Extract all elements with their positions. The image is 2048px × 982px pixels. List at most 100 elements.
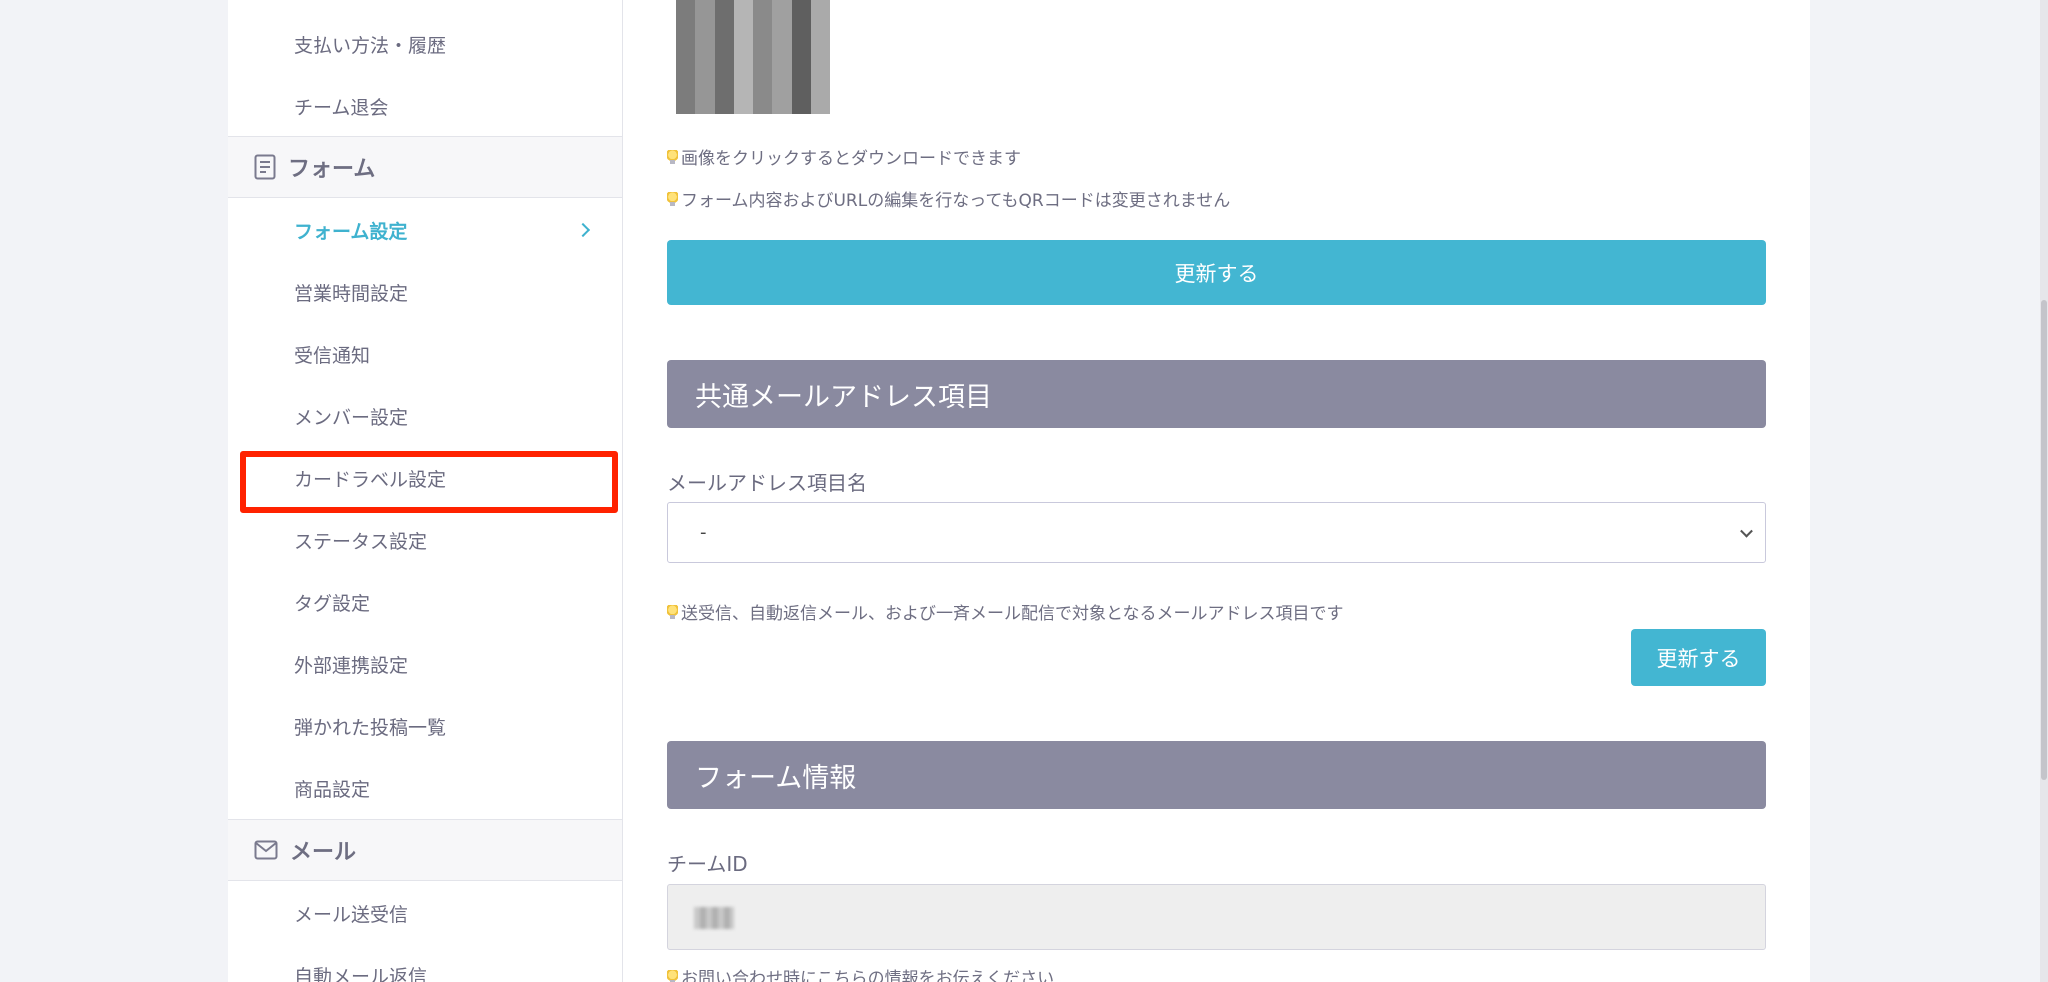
select-value: - <box>700 522 707 543</box>
note-text: お問い合わせ時にこちらの情報をお伝えください <box>681 969 1055 982</box>
lightbulb-icon <box>667 149 678 164</box>
sidebar-item-team-withdrawal[interactable]: チーム退会 <box>228 75 622 137</box>
qr-cell <box>791 38 811 57</box>
qr-cell <box>791 95 811 114</box>
qr-cell <box>753 38 773 57</box>
sidebar-item-auto-reply[interactable]: 自動メール返信 <box>228 944 622 982</box>
qr-cell <box>791 19 811 38</box>
sidebar-item-label: 支払い方法・履歴 <box>294 34 447 57</box>
envelope-icon <box>254 840 278 860</box>
lightbulb-icon <box>667 191 678 206</box>
lightbulb-icon <box>667 604 678 619</box>
sidebar-item-form-settings[interactable]: フォーム設定 <box>228 199 622 261</box>
qr-cell <box>695 57 715 76</box>
sidebar-item-label: 営業時間設定 <box>294 282 409 305</box>
sidebar-item-label: 受信通知 <box>294 344 371 367</box>
mail-address-select[interactable]: - <box>667 502 1766 563</box>
sidebar-item-label: 商品設定 <box>294 778 371 801</box>
sidebar-item-status[interactable]: ステータス設定 <box>228 509 622 571</box>
sidebar-section-title: フォーム <box>288 157 376 182</box>
qr-cell <box>676 95 696 114</box>
sidebar-section-mail: メール <box>228 819 622 881</box>
qr-cell <box>676 57 696 76</box>
qr-cell <box>791 57 811 76</box>
qr-cell <box>810 38 830 57</box>
sidebar-item-members[interactable]: メンバー設定 <box>228 385 622 447</box>
sidebar-item-label: メンバー設定 <box>294 406 409 429</box>
sidebar-item-mail-send-receive[interactable]: メール送受信 <box>228 882 622 944</box>
note-text: フォーム内容およびURLの編集を行なってもQRコードは変更されません <box>681 191 1231 211</box>
qr-cell <box>772 19 792 38</box>
qr-download-note: 画像をクリックするとダウンロードできます <box>667 144 1021 169</box>
qr-cell <box>695 95 715 114</box>
qr-cell <box>676 0 696 19</box>
update-button[interactable]: 更新する <box>667 240 1766 305</box>
qr-cell <box>695 76 715 95</box>
mail-address-update-button[interactable]: 更新する <box>1631 629 1766 686</box>
qr-cell <box>733 38 753 57</box>
sidebar-item-tags[interactable]: タグ設定 <box>228 571 622 633</box>
redacted-value <box>694 907 734 929</box>
qr-cell <box>733 76 753 95</box>
sidebar-item-rejected-posts[interactable]: 弾かれた投稿一覧 <box>228 695 622 757</box>
qr-code-image[interactable] <box>676 0 830 114</box>
mail-address-field-label: メールアドレス項目名 <box>667 471 867 495</box>
sidebar-item-label: 外部連携設定 <box>294 654 409 677</box>
qr-cell <box>714 57 734 76</box>
sidebar-section-form: フォーム <box>228 136 622 198</box>
team-id-field <box>667 884 1766 950</box>
scrollbar-thumb[interactable] <box>2041 300 2047 780</box>
qr-cell <box>714 0 734 19</box>
sidebar-item-card-labels[interactable]: カードラベル設定 <box>228 447 622 509</box>
qr-cell <box>695 38 715 57</box>
qr-cell <box>676 76 696 95</box>
contact-info-note: お問い合わせ時にこちらの情報をお伝えください <box>667 964 1054 982</box>
document-icon <box>254 154 276 180</box>
note-text: 画像をクリックするとダウンロードできます <box>681 149 1021 169</box>
sidebar-item-products[interactable]: 商品設定 <box>228 757 622 819</box>
qr-cell <box>772 95 792 114</box>
sidebar-item-integrations[interactable]: 外部連携設定 <box>228 633 622 695</box>
qr-cell <box>676 19 696 38</box>
qr-cell <box>772 38 792 57</box>
qr-unchanged-note: フォーム内容およびURLの編集を行なってもQRコードは変更されません <box>667 186 1230 211</box>
sidebar-item-payment-history[interactable]: 支払い方法・履歴 <box>228 13 622 75</box>
sidebar-item-label: カードラベル設定 <box>294 468 447 491</box>
qr-cell <box>676 38 696 57</box>
qr-cell <box>733 0 753 19</box>
qr-cell <box>753 57 773 76</box>
sidebar-item-label: タグ設定 <box>294 592 371 615</box>
mail-address-note: 送受信、自動返信メール、および一斉メール配信で対象となるメールアドレス項目です <box>667 599 1344 624</box>
qr-cell <box>714 38 734 57</box>
note-text: 送受信、自動返信メール、および一斉メール配信で対象となるメールアドレス項目です <box>681 604 1344 624</box>
form-info-section-title: フォーム情報 <box>667 741 1766 809</box>
qr-cell <box>733 95 753 114</box>
sidebar-item-notifications[interactable]: 受信通知 <box>228 323 622 385</box>
qr-cell <box>810 95 830 114</box>
sidebar-item-business-hours[interactable]: 営業時間設定 <box>228 261 622 323</box>
qr-cell <box>772 76 792 95</box>
qr-cell <box>810 19 830 38</box>
qr-cell <box>772 0 792 19</box>
qr-cell <box>695 19 715 38</box>
qr-cell <box>714 95 734 114</box>
sidebar-item-label: チーム退会 <box>294 96 389 119</box>
sidebar-item-label: ステータス設定 <box>294 530 428 553</box>
lightbulb-icon <box>667 969 678 982</box>
qr-cell <box>772 57 792 76</box>
sidebar: 支払い方法・履歴 チーム退会 フォーム フォーム設定 営業時間設定 受信通知 メ… <box>228 0 623 982</box>
qr-cell <box>810 76 830 95</box>
qr-cell <box>753 95 773 114</box>
team-id-label: チームID <box>667 852 748 876</box>
chevron-right-icon <box>575 222 591 238</box>
qr-cell <box>733 57 753 76</box>
qr-cell <box>753 19 773 38</box>
qr-cell <box>791 0 811 19</box>
scrollbar[interactable] <box>2040 0 2048 982</box>
mail-address-section-title: 共通メールアドレス項目 <box>667 360 1766 428</box>
qr-cell <box>753 0 773 19</box>
sidebar-item-label: 自動メール返信 <box>294 965 428 982</box>
qr-cell <box>791 76 811 95</box>
chevron-down-icon <box>1740 524 1753 538</box>
sidebar-item-label: フォーム設定 <box>294 220 408 243</box>
